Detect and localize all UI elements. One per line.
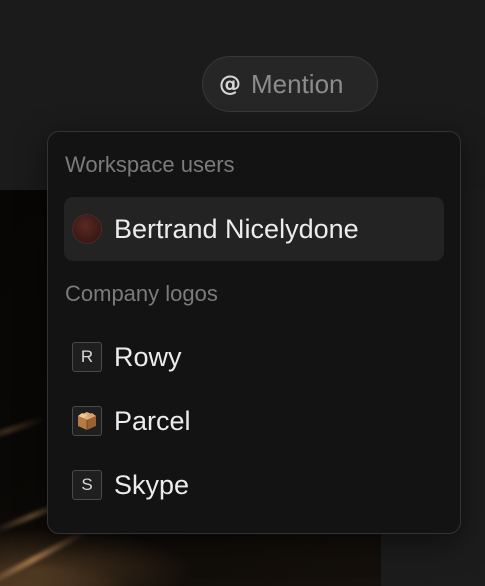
mention-button-label: Mention xyxy=(251,68,344,99)
option-label: Rowy xyxy=(114,341,182,372)
mention-dropdown: Workspace users Bertrand Nicelydone Comp… xyxy=(47,131,461,534)
option-parcel[interactable]: Parcel xyxy=(64,389,444,453)
mention-button[interactable]: @ Mention xyxy=(202,56,378,112)
option-label: Bertrand Nicelydone xyxy=(114,213,359,244)
option-label: Parcel xyxy=(114,405,191,436)
user-avatar-icon xyxy=(72,214,102,244)
option-rowy[interactable]: R Rowy xyxy=(64,325,444,389)
section-label-company-logos: Company logos xyxy=(65,281,218,306)
at-sign-icon: @ xyxy=(219,71,241,97)
rowy-logo-icon: R xyxy=(72,342,102,372)
option-skype[interactable]: S Skype xyxy=(64,453,444,517)
box-icon xyxy=(72,406,102,436)
skype-logo-icon: S xyxy=(72,470,102,500)
section-label-workspace-users: Workspace users xyxy=(65,152,235,177)
option-bertrand-nicelydone[interactable]: Bertrand Nicelydone xyxy=(64,197,444,261)
option-label: Skype xyxy=(114,469,190,500)
